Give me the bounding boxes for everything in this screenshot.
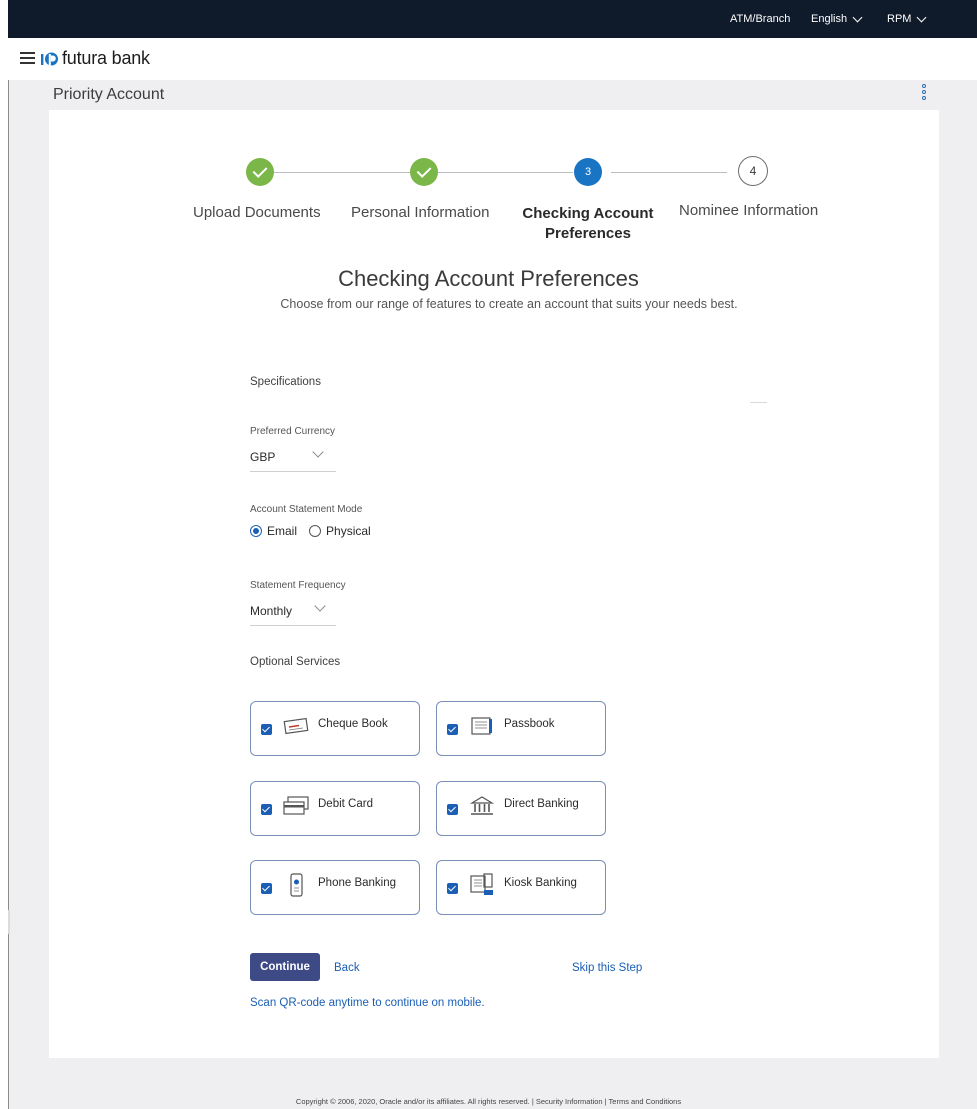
page-title: Priority Account: [53, 86, 165, 103]
skip-step-link[interactable]: Skip this Step: [572, 962, 642, 974]
statement-mode-physical[interactable]: Physical: [309, 524, 371, 538]
checkbox-checked-icon[interactable]: [447, 804, 458, 815]
hamburger-menu-icon[interactable]: [20, 52, 35, 64]
statement-mode-radio-group: Email Physical: [250, 524, 383, 538]
atm-branch-link[interactable]: ATM/Branch: [730, 13, 790, 25]
phone-icon: [290, 873, 303, 897]
step-label-nominee-information: Nominee Information: [679, 202, 819, 219]
stepper-connector: [438, 172, 573, 173]
service-card-phone-banking[interactable]: Phone Banking: [250, 860, 420, 915]
main-card: [49, 110, 939, 1058]
language-selector[interactable]: English: [811, 12, 863, 25]
divider: [750, 402, 767, 403]
futura-logo-icon: [41, 52, 58, 66]
radio-unselected-icon: [309, 525, 322, 537]
chevron-down-icon: [312, 446, 324, 458]
step-2-complete-icon[interactable]: [410, 158, 438, 186]
step-label-checking-account-preferences: Checking Account Preferences: [522, 205, 654, 242]
service-card-passbook[interactable]: Passbook: [436, 701, 606, 756]
checkbox-checked-icon[interactable]: [261, 883, 272, 894]
chevron-down-icon: [917, 12, 927, 22]
app-header: futura bank: [8, 38, 977, 80]
stepper-connector: [611, 172, 727, 173]
section-heading: Checking Account Preferences: [338, 266, 639, 291]
checkbox-checked-icon[interactable]: [261, 724, 272, 735]
chevron-down-icon: [314, 600, 326, 612]
step-3-current[interactable]: 3: [574, 158, 602, 186]
statement-mode-email[interactable]: Email: [250, 524, 297, 538]
step-1-complete-icon[interactable]: [246, 158, 274, 186]
passbook-icon: [471, 717, 492, 735]
service-card-debit-card[interactable]: Debit Card: [250, 781, 420, 836]
brand-name: futura bank: [62, 48, 150, 68]
step-label-personal-information: Personal Information: [351, 204, 490, 221]
service-card-direct-banking[interactable]: Direct Banking: [436, 781, 606, 836]
checkbox-checked-icon[interactable]: [447, 883, 458, 894]
debit-card-icon: [283, 796, 309, 815]
step-label-upload-documents: Upload Documents: [193, 204, 321, 221]
more-options-icon[interactable]: [922, 84, 928, 102]
user-menu[interactable]: RPM: [887, 12, 927, 25]
checkbox-checked-icon[interactable]: [447, 724, 458, 735]
scroll-indicator: [8, 910, 10, 934]
checkbox-checked-icon[interactable]: [261, 804, 272, 815]
back-link[interactable]: Back: [334, 962, 360, 974]
footer-copyright: Copyright © 2006, 2020, Oracle and/or it…: [295, 1097, 682, 1106]
preferred-currency-select[interactable]: GBP: [250, 446, 336, 472]
statement-frequency-label: Statement Frequency: [250, 580, 346, 591]
brand-logo[interactable]: futura bank: [41, 48, 150, 69]
step-4-pending[interactable]: 4: [738, 156, 768, 186]
chevron-down-icon: [852, 12, 863, 22]
scan-qr-link[interactable]: Scan QR-code anytime to continue on mobi…: [250, 997, 485, 1009]
statement-mode-label: Account Statement Mode: [250, 504, 363, 515]
radio-selected-icon: [250, 525, 262, 537]
preferred-currency-label: Preferred Currency: [250, 426, 336, 437]
section-subheading: Choose from our range of features to cre…: [280, 297, 738, 311]
cheque-book-icon: [283, 717, 309, 735]
statement-frequency-select[interactable]: Monthly: [250, 600, 336, 626]
kiosk-icon: [470, 873, 493, 895]
specifications-heading: Specifications: [250, 376, 321, 388]
bank-building-icon: [469, 796, 495, 815]
optional-services-heading: Optional Services: [250, 656, 341, 668]
service-card-cheque-book[interactable]: Cheque Book: [250, 701, 420, 756]
top-utility-bar: ATM/Branch English RPM: [8, 0, 977, 38]
service-card-kiosk-banking[interactable]: Kiosk Banking: [436, 860, 606, 915]
continue-button[interactable]: Continue: [250, 953, 320, 981]
stepper-connector: [274, 172, 410, 173]
